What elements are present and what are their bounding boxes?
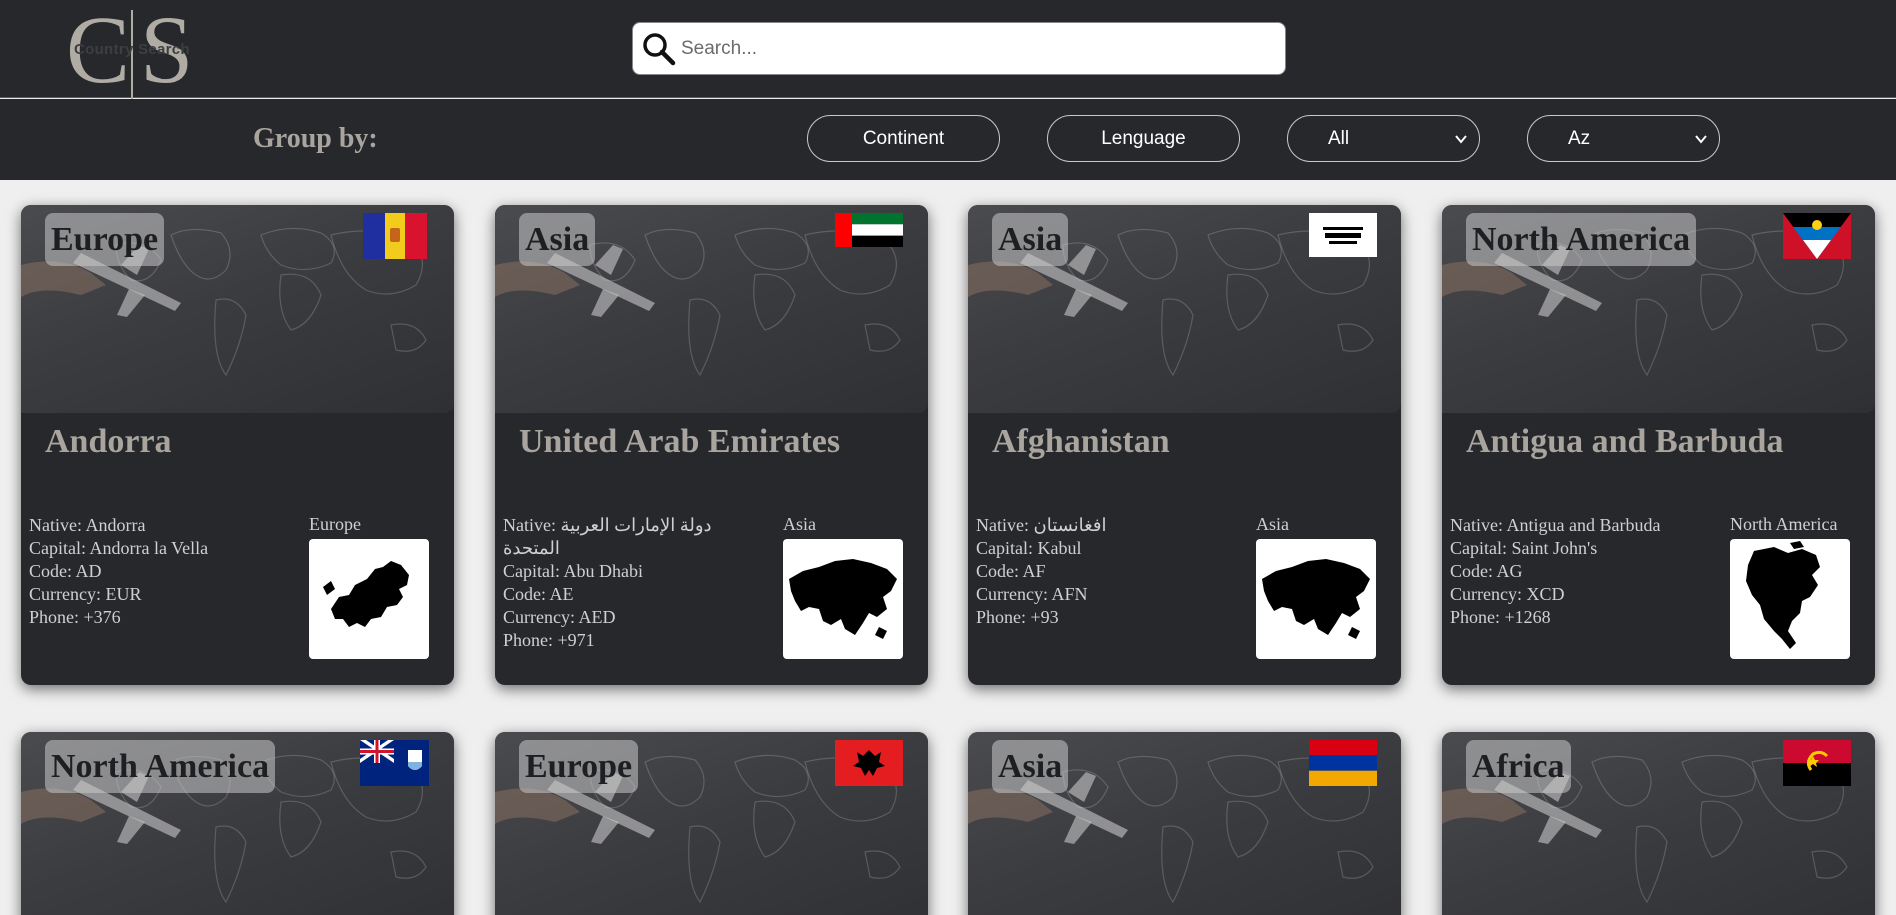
filter-select[interactable]: All [1287, 115, 1480, 162]
group-by-bar: Group by: Continent Lenguage All Az [0, 99, 1896, 180]
currency-row: Currency: AED [503, 607, 616, 627]
chevron-down-icon [1695, 135, 1707, 144]
continent-badge: Europe [519, 740, 639, 793]
currency-row: Currency: AFN [976, 584, 1088, 604]
country-card[interactable]: Asia Afghanistan Native: افغانستان Capit… [968, 205, 1401, 685]
language-button[interactable]: Lenguage [1047, 115, 1240, 162]
asia-map-icon [783, 539, 903, 659]
continent-badge: Africa [1466, 740, 1571, 793]
country-card[interactable]: Asia United Arab Emirates Native: دولة ا… [495, 205, 928, 685]
continent-button[interactable]: Continent [807, 115, 1000, 162]
country-card[interactable]: North America Antigua and Barbuda Native… [1442, 205, 1875, 685]
currency-row: Currency: XCD [1450, 584, 1565, 604]
sort-select[interactable]: Az [1527, 115, 1720, 162]
phone-row: Phone: +971 [503, 630, 595, 650]
flag-angola-icon [1783, 740, 1851, 786]
capital-row: Capital: Abu Dhabi [503, 561, 644, 581]
capital-row: Capital: Andorra la Vella [29, 538, 209, 558]
flag-albania-icon [835, 740, 903, 786]
capital-row: Capital: Kabul [976, 538, 1082, 558]
search-input[interactable] [681, 29, 1271, 69]
chevron-down-icon [1455, 135, 1467, 144]
phone-row: Phone: +376 [29, 607, 121, 627]
country-name: Andorra [45, 423, 172, 460]
native-row: Native: Antigua and Barbuda [1450, 515, 1661, 535]
flag-anguilla-icon [360, 740, 429, 786]
search-box[interactable] [632, 22, 1286, 75]
continent-map-label: Asia [783, 514, 816, 534]
north-america-map-icon [1730, 539, 1850, 659]
continent-badge: Europe [45, 213, 165, 266]
country-name: Afghanistan [992, 423, 1170, 460]
country-card[interactable]: Africa [1442, 732, 1875, 915]
country-info: Native: Antigua and Barbuda Capital: Sai… [1450, 514, 1680, 629]
sort-select-value: Az [1568, 127, 1591, 149]
country-name: Antigua and Barbuda [1466, 423, 1784, 460]
country-info: Native: افغانستان Capital: Kabul Code: A… [976, 514, 1206, 629]
country-info: Native: دولة الإمارات العربية المتحدة Ca… [503, 514, 733, 652]
country-card[interactable]: Europe Andorra Native: Andorra Capital: … [21, 205, 454, 685]
country-name: United Arab Emirates [519, 423, 841, 460]
currency-row: Currency: EUR [29, 584, 142, 604]
code-row: Code: AF [976, 561, 1046, 581]
flag-afghanistan-icon [1309, 213, 1377, 257]
native-row: Native: Andorra [29, 515, 146, 535]
flag-andorra-icon [363, 213, 427, 259]
continent-map-label: Europe [309, 514, 361, 534]
country-info: Native: Andorra Capital: Andorra la Vell… [29, 514, 259, 629]
phone-row: Phone: +93 [976, 607, 1059, 627]
code-row: Code: AE [503, 584, 574, 604]
group-by-label: Group by: [253, 123, 378, 154]
continent-map-label: North America [1730, 514, 1838, 534]
logo-text: Country Search [74, 41, 190, 58]
phone-row: Phone: +1268 [1450, 607, 1551, 627]
continent-badge: Asia [519, 213, 596, 266]
country-card[interactable]: Europe [495, 732, 928, 915]
flag-uae-icon [835, 213, 903, 247]
search-icon [643, 33, 676, 66]
native-row: Native: دولة الإمارات العربية المتحدة [503, 515, 712, 558]
country-search-logo[interactable]: C S Country Search [66, 2, 196, 102]
continent-map-label: Asia [1256, 514, 1289, 534]
continent-badge: Asia [992, 740, 1069, 793]
native-row: Native: افغانستان [976, 515, 1107, 535]
asia-map-icon [1256, 539, 1376, 659]
continent-badge: Asia [992, 213, 1069, 266]
country-card[interactable]: North America [21, 732, 454, 915]
code-row: Code: AD [29, 561, 102, 581]
europe-map-icon [309, 539, 429, 659]
capital-row: Capital: Saint John's [1450, 538, 1598, 558]
flag-armenia-icon [1309, 740, 1377, 786]
continent-badge: North America [1466, 213, 1697, 266]
top-header: C S Country Search [0, 0, 1896, 102]
filter-select-value: All [1328, 127, 1350, 149]
flag-antigua-icon [1783, 213, 1851, 259]
continent-badge: North America [45, 740, 276, 793]
country-card[interactable]: Asia [968, 732, 1401, 915]
code-row: Code: AG [1450, 561, 1523, 581]
